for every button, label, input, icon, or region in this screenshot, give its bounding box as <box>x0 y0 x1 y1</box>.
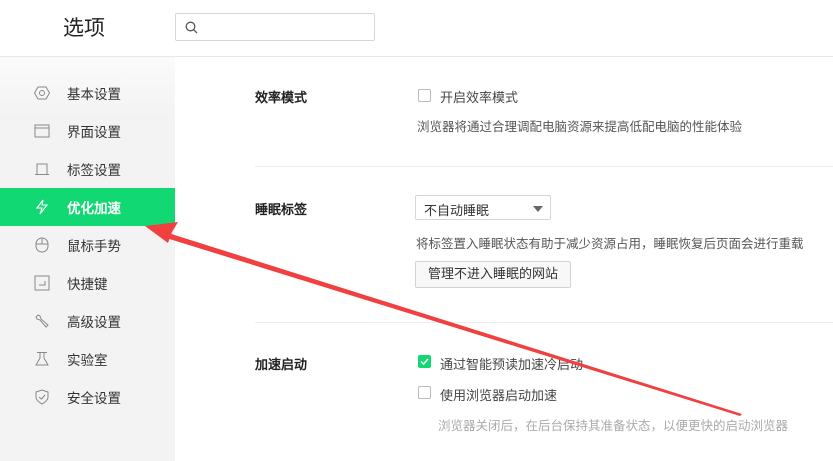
manage-sleep-exceptions-button[interactable]: 管理不进入睡眠的网站 <box>415 261 571 288</box>
smart-preload-option[interactable]: 通过智能预读加速冷启动 <box>440 354 583 373</box>
check-icon <box>420 358 429 366</box>
efficiency-desc: 浏览器将通过合理调配电脑资源来提高低配电脑的性能体验 <box>417 119 743 134</box>
sidebar-item-interface[interactable]: 界面设置 <box>0 112 175 150</box>
search-box[interactable] <box>175 13 375 41</box>
sidebar-item-label: 高级设置 <box>67 315 121 331</box>
sidebar-item-advanced[interactable]: 高级设置 <box>0 302 175 340</box>
search-icon <box>185 21 198 34</box>
efficiency-mode-option[interactable]: 开启效率模式 <box>440 87 518 106</box>
sleep-label: 睡眠标签 <box>255 203 308 218</box>
sidebar-item-mouse-gestures[interactable]: 鼠标手势 <box>0 226 175 264</box>
lightning-icon <box>34 199 50 215</box>
sidebar-item-label: 标签设置 <box>67 163 121 179</box>
search-input[interactable] <box>204 17 369 37</box>
sidebar-item-shortcuts[interactable]: 快捷键 <box>0 264 175 302</box>
sleep-desc: 将标签置入睡眠状态有助于减少资源占用，睡眠恢复后页面会进行重载 <box>416 236 804 251</box>
sleep-select-value: 不自动睡眠 <box>424 204 490 219</box>
startup-boost-checkbox[interactable] <box>418 386 431 399</box>
sidebar-item-label: 基本设置 <box>67 87 121 103</box>
sidebar-item-optimize[interactable]: 优化加速 <box>0 188 175 226</box>
sidebar-item-label: 实验室 <box>67 353 108 369</box>
wrench-icon <box>34 313 50 329</box>
header: 选项 <box>0 0 833 57</box>
sidebar-item-lab[interactable]: 实验室 <box>0 340 175 378</box>
sidebar-item-label: 快捷键 <box>67 277 108 293</box>
sidebar-item-label: 优化加速 <box>67 201 121 217</box>
keyboard-shortcut-icon <box>34 275 50 291</box>
sidebar-item-label: 界面设置 <box>67 125 121 141</box>
divider <box>255 322 833 323</box>
sidebar-item-basic[interactable]: 基本设置 <box>0 74 175 112</box>
chevron-down-icon <box>533 206 543 212</box>
efficiency-label: 效率模式 <box>255 91 308 106</box>
sleep-select[interactable]: 不自动睡眠 <box>415 195 551 220</box>
page-title: 选项 <box>63 16 105 40</box>
tab-icon <box>34 161 50 177</box>
flask-icon <box>34 351 50 367</box>
sidebar-item-label: 鼠标手势 <box>67 239 121 255</box>
smart-preload-checkbox[interactable] <box>418 355 431 368</box>
startup-boost-option[interactable]: 使用浏览器启动加速 <box>440 385 557 404</box>
divider <box>255 166 833 167</box>
mouse-icon <box>34 237 50 253</box>
shield-icon <box>34 389 50 405</box>
sidebar: 基本设置 界面设置 标签设置 优化加速 鼠标手势 快捷键 高级设置 实验室 安全… <box>0 57 175 461</box>
startup-label: 加速启动 <box>255 358 308 373</box>
hexagon-settings-icon <box>34 85 50 101</box>
efficiency-mode-checkbox[interactable] <box>418 89 431 102</box>
sidebar-item-tabs[interactable]: 标签设置 <box>0 150 175 188</box>
window-icon <box>34 123 50 139</box>
sidebar-item-label: 安全设置 <box>67 391 121 407</box>
sidebar-item-security[interactable]: 安全设置 <box>0 378 175 416</box>
startup-desc: 浏览器关闭后，在后台保持其准备状态，以便更快的启动浏览器 <box>438 418 789 433</box>
